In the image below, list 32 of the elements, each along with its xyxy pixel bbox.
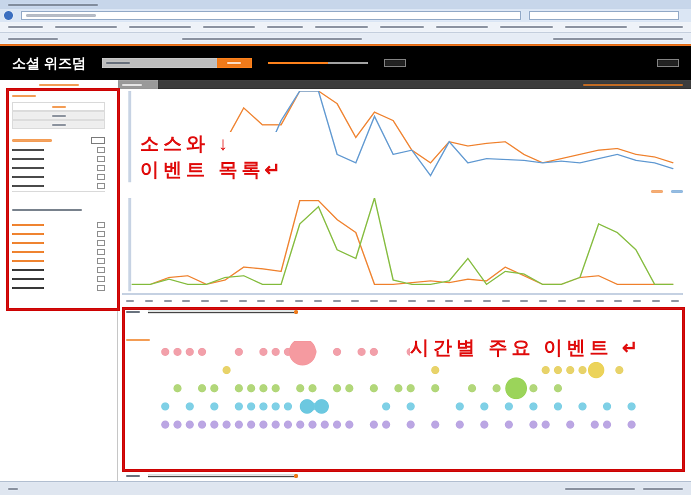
blurred-label bbox=[651, 190, 663, 192]
event-checkbox[interactable] bbox=[97, 182, 105, 188]
realtime-tab[interactable] bbox=[118, 80, 158, 89]
event-checkbox[interactable] bbox=[97, 258, 105, 264]
event-checkbox[interactable] bbox=[97, 248, 105, 254]
logout-button[interactable] bbox=[657, 59, 679, 67]
back-icon[interactable] bbox=[4, 11, 13, 20]
event-checkbox[interactable] bbox=[97, 222, 105, 228]
time-slider[interactable] bbox=[148, 474, 298, 478]
search-field[interactable] bbox=[529, 11, 679, 20]
event-checkbox[interactable] bbox=[97, 174, 105, 180]
search-button[interactable] bbox=[216, 58, 252, 68]
event-checkbox[interactable] bbox=[97, 156, 105, 162]
address-field[interactable] bbox=[21, 11, 521, 20]
time-slider[interactable] bbox=[148, 310, 298, 314]
add-button[interactable] bbox=[91, 137, 105, 144]
event-checkbox[interactable] bbox=[97, 266, 105, 272]
source-item[interactable] bbox=[12, 120, 105, 129]
search-field[interactable] bbox=[102, 58, 217, 68]
apply-button[interactable] bbox=[384, 59, 406, 67]
event-checkbox[interactable] bbox=[97, 276, 105, 282]
logo: 소셜 위즈덤 bbox=[12, 54, 86, 72]
blurred-label bbox=[671, 190, 683, 192]
blurred-label bbox=[26, 14, 96, 17]
event-checkbox[interactable] bbox=[97, 164, 105, 170]
event-checkbox[interactable] bbox=[97, 230, 105, 236]
blurred-label bbox=[12, 139, 52, 142]
source-item[interactable] bbox=[12, 102, 105, 111]
event-checkbox[interactable] bbox=[97, 240, 105, 246]
event-checkbox[interactable] bbox=[97, 284, 105, 290]
event-checkbox[interactable] bbox=[97, 146, 105, 152]
source-item[interactable] bbox=[12, 111, 105, 120]
